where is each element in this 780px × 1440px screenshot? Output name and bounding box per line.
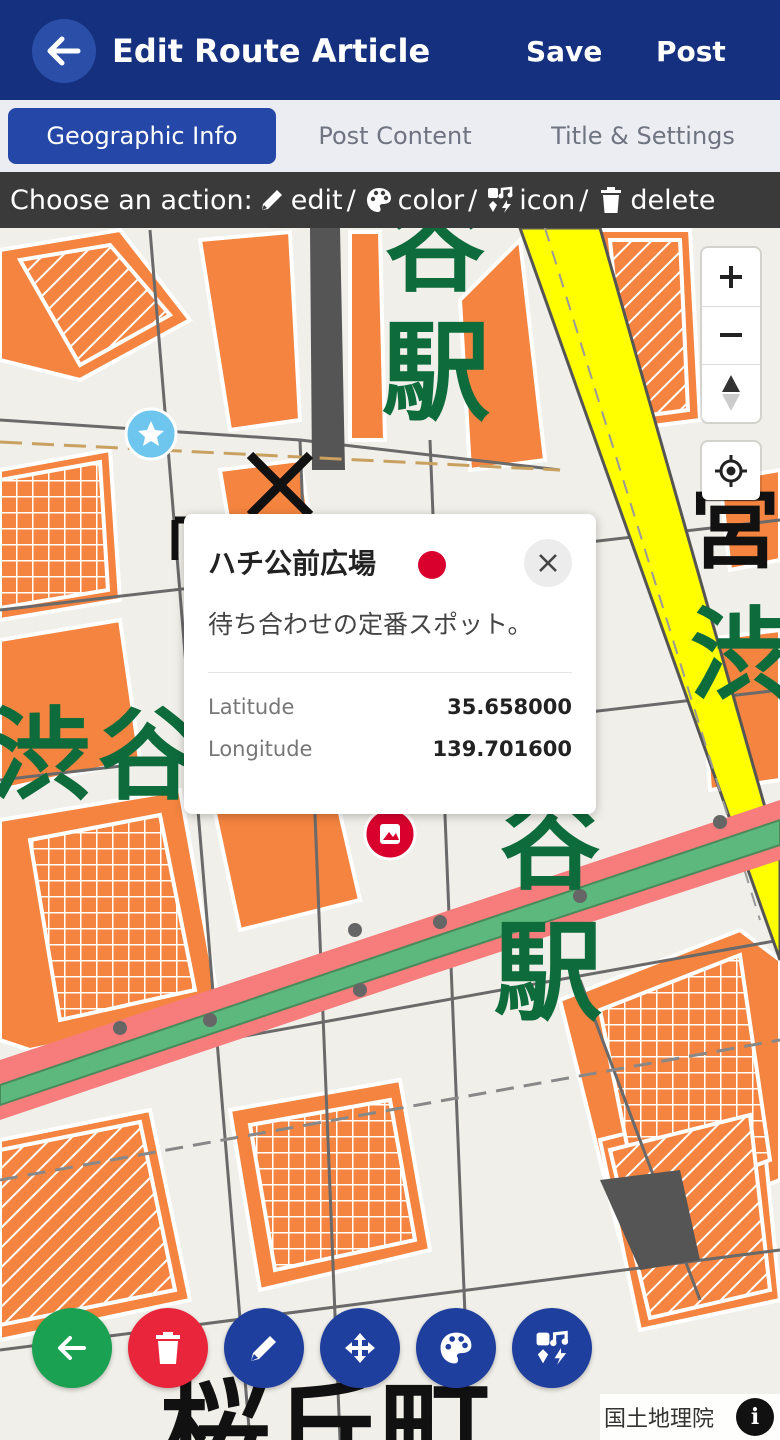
latitude-value: 35.658000 xyxy=(447,695,572,719)
trash-icon xyxy=(596,185,626,215)
move-arrows-icon xyxy=(345,1333,375,1363)
latitude-label: Latitude xyxy=(208,695,295,719)
pencil-icon xyxy=(257,185,287,215)
fab-delete-button[interactable] xyxy=(128,1308,208,1388)
trash-icon xyxy=(156,1332,180,1364)
map-label-station-top-2: 駅 xyxy=(382,311,490,436)
hint-sep: / xyxy=(346,184,356,216)
hint-sep: / xyxy=(468,184,478,216)
zoom-in-button[interactable] xyxy=(702,248,760,306)
popup-divider xyxy=(208,672,572,673)
map-label-shibuya-right: 渋 xyxy=(690,597,780,714)
map-view[interactable]: 谷 駅 渋 谷 谷 駅 渋 宮 桜丘町 xyxy=(0,228,780,1440)
compass-button[interactable] xyxy=(702,364,760,422)
hint-icon: icon xyxy=(519,184,576,216)
palette-icon xyxy=(364,185,394,215)
fab-back-button[interactable] xyxy=(32,1308,112,1388)
fab-color-button[interactable] xyxy=(416,1308,496,1388)
info-icon[interactable]: i xyxy=(736,1398,774,1436)
post-button[interactable]: Post xyxy=(656,32,726,72)
arrow-left-icon xyxy=(58,1336,86,1360)
attribution-text: 国土地理院 xyxy=(604,1407,715,1432)
hint-color: color xyxy=(397,184,465,216)
locate-me-button[interactable] xyxy=(702,442,760,500)
star-marker[interactable] xyxy=(124,407,178,461)
tab-bar: Geographic Info Post Content Title & Set… xyxy=(0,100,780,172)
icons-grid-icon xyxy=(536,1330,569,1365)
map-attribution: 国土地理院 i xyxy=(600,1394,780,1440)
header-back-button[interactable] xyxy=(32,19,96,83)
arrow-left-icon xyxy=(47,36,81,66)
icons-grid-icon xyxy=(485,185,515,215)
tab-post-content[interactable]: Post Content xyxy=(284,108,506,164)
map-label-station-right-2: 駅 xyxy=(494,911,602,1036)
crosshair-icon xyxy=(715,455,747,487)
longitude-value: 139.701600 xyxy=(432,737,572,761)
zoom-out-button[interactable] xyxy=(702,306,760,364)
map-label-station-top: 谷 xyxy=(385,228,485,306)
close-icon xyxy=(539,554,557,572)
tab-title-settings[interactable]: Title & Settings xyxy=(530,108,756,164)
popup-description: 待ち合わせの定番スポット。 xyxy=(208,610,533,639)
fab-icon-button[interactable] xyxy=(512,1308,592,1388)
zoom-controls xyxy=(702,248,760,422)
save-button[interactable]: Save xyxy=(526,32,602,72)
app-header: Edit Route Article Save Post xyxy=(0,0,780,100)
hint-sep: / xyxy=(579,184,589,216)
tab-geographic-info[interactable]: Geographic Info xyxy=(8,108,276,164)
minus-icon xyxy=(720,333,742,337)
palette-icon xyxy=(440,1332,472,1364)
hint-delete: delete xyxy=(630,184,716,216)
action-hint-bar: Choose an action: edit / color / icon / … xyxy=(0,172,780,228)
page-title: Edit Route Article xyxy=(112,32,431,70)
spot-popup: ハチ公前広場 待ち合わせの定番スポット。 Latitude 35.658000 … xyxy=(184,514,596,814)
map-canvas[interactable]: 谷 駅 渋 谷 谷 駅 渋 宮 桜丘町 xyxy=(0,228,780,1440)
plus-icon xyxy=(720,266,742,288)
compass-icon xyxy=(722,375,740,411)
map-label-shibuya-left-2: 谷 xyxy=(98,697,198,814)
pencil-icon xyxy=(251,1336,276,1361)
selected-spot-marker[interactable] xyxy=(363,807,417,861)
popup-title: ハチ公前広場 xyxy=(208,547,377,580)
map-label-shibuya-left-1: 渋 xyxy=(0,697,90,814)
hint-edit: edit xyxy=(290,184,343,216)
popup-close-button[interactable] xyxy=(524,539,572,587)
hint-prefix: Choose an action: xyxy=(10,184,253,216)
fab-move-button[interactable] xyxy=(320,1308,400,1388)
fab-edit-button[interactable] xyxy=(224,1308,304,1388)
color-dot xyxy=(418,551,446,579)
longitude-label: Longitude xyxy=(208,737,313,761)
